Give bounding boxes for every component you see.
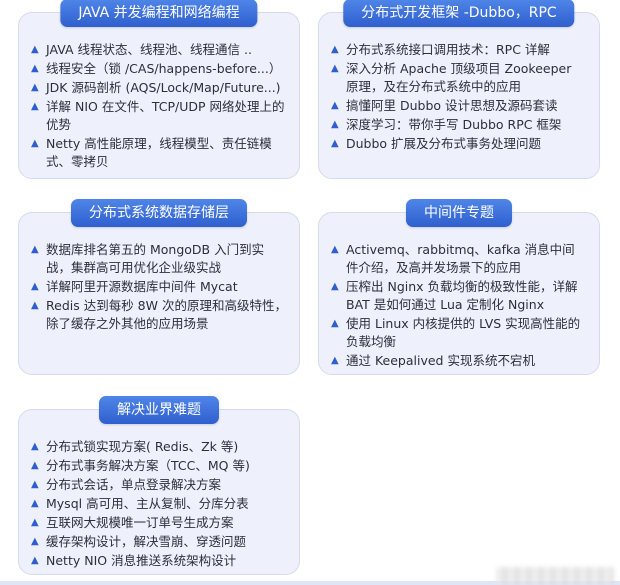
triangle-bullet-icon: ▲ bbox=[31, 244, 39, 255]
list-item-text: JAVA 线程状态、线程池、线程通信 .. bbox=[46, 42, 252, 57]
triangle-bullet-icon: ▲ bbox=[31, 517, 39, 528]
list-item-text: 分布式会话，单点登录解决方案 bbox=[46, 477, 222, 492]
list-item: ▲ Netty 高性能原理，线程模型、责任链模式、零拷贝 bbox=[31, 135, 287, 171]
card-dubbo-title: 分布式开发框架 -Dubbo，RPC bbox=[343, 0, 575, 27]
triangle-bullet-icon: ▲ bbox=[331, 44, 339, 55]
triangle-bullet-icon: ▲ bbox=[331, 355, 339, 366]
list-item: ▲ 分布式系统接口调用技术：RPC 详解 bbox=[331, 41, 587, 59]
list-item: ▲ JDK 源码剖析 (AQS/Lock/Map/Future...) bbox=[31, 79, 287, 97]
list-item: ▲ JAVA 线程状态、线程池、线程通信 .. bbox=[31, 41, 287, 59]
card-storage-list: ▲ 数据库排名第五的 MongoDB 入门到实战，集群高可用优化企业级实战 ▲ 详解阿… bbox=[31, 241, 287, 333]
triangle-bullet-icon: ▲ bbox=[331, 318, 339, 329]
triangle-bullet-icon: ▲ bbox=[31, 101, 39, 112]
triangle-bullet-icon: ▲ bbox=[31, 536, 39, 547]
list-item: ▲ Netty NIO 消息推送系统架构设计 bbox=[31, 552, 287, 570]
list-item: ▲ Dubbo 扩展及分布式事务处理问题 bbox=[331, 135, 587, 153]
list-item-text: 分布式锁实现方案( Redis、Zk 等) bbox=[46, 439, 239, 454]
triangle-bullet-icon: ▲ bbox=[331, 119, 339, 130]
card-solutions-title: 解决业界难题 bbox=[99, 396, 219, 424]
card-java-list: ▲ JAVA 线程状态、线程池、线程通信 .. ▲ 线程安全（锁 /CAS/happe… bbox=[31, 41, 287, 171]
list-item-text: 搞懂阿里 Dubbo 设计思想及源码套读 bbox=[346, 98, 558, 113]
triangle-bullet-icon: ▲ bbox=[31, 555, 39, 566]
list-item: ▲ 线程安全（锁 /CAS/happens-before...） bbox=[31, 60, 287, 78]
list-item-text: Netty 高性能原理，线程模型、责任链模式、零拷贝 bbox=[46, 136, 272, 169]
triangle-bullet-icon: ▲ bbox=[331, 244, 339, 255]
triangle-bullet-icon: ▲ bbox=[31, 82, 39, 93]
card-storage-title: 分布式系统数据存储层 bbox=[71, 199, 247, 227]
triangle-bullet-icon: ▲ bbox=[31, 44, 39, 55]
card-storage: 分布式系统数据存储层 ▲ 数据库排名第五的 MongoDB 入门到实战，集群高可用… bbox=[18, 199, 300, 375]
card-solutions: 解决业界难题 ▲ 分布式锁实现方案( Redis、Zk 等) ▲ 分布式事务解决方案（… bbox=[18, 396, 300, 575]
card-middleware: 中间件专题 ▲ Activemq、rabbitmq、kafka 消息中间件介绍，及… bbox=[318, 199, 600, 375]
list-item-text: 深入分析 Apache 顶级项目 Zookeeper 原理，及在分布式系统中的应… bbox=[346, 61, 572, 94]
card-solutions-list: ▲ 分布式锁实现方案( Redis、Zk 等) ▲ 分布式事务解决方案（TCC、MQ … bbox=[31, 438, 287, 570]
list-item-text: Activemq、rabbitmq、kafka 消息中间件介绍，及高并发场景下的… bbox=[346, 242, 575, 275]
triangle-bullet-icon: ▲ bbox=[31, 281, 39, 292]
list-item: ▲ 详解 NIO 在文件、TCP/UDP 网络处理上的优势 bbox=[31, 98, 287, 134]
triangle-bullet-icon: ▲ bbox=[31, 479, 39, 490]
list-item-text: 数据库排名第五的 MongoDB 入门到实战，集群高可用优化企业级实战 bbox=[46, 242, 265, 275]
list-item-text: 通过 Keepalived 实现系统不宕机 bbox=[346, 353, 535, 368]
watermark bbox=[496, 567, 614, 585]
triangle-bullet-icon: ▲ bbox=[31, 460, 39, 471]
list-item: ▲ 分布式事务解决方案（TCC、MQ 等) bbox=[31, 457, 287, 475]
list-item: ▲ Activemq、rabbitmq、kafka 消息中间件介绍，及高并发场景下… bbox=[331, 241, 587, 277]
triangle-bullet-icon: ▲ bbox=[331, 100, 339, 111]
list-item-text: 互联网大规模唯一订单号生成方案 bbox=[46, 515, 234, 530]
list-item: ▲ 深度学习：带你手写 Dubbo RPC 框架 bbox=[331, 116, 587, 134]
list-item-text: 使用 Linux 内核提供的 LVS 实现高性能的负载均衡 bbox=[346, 316, 581, 349]
list-item-text: 详解 NIO 在文件、TCP/UDP 网络处理上的优势 bbox=[46, 99, 285, 132]
list-item-text: 分布式系统接口调用技术：RPC 详解 bbox=[346, 42, 550, 57]
list-item: ▲ 分布式会话，单点登录解决方案 bbox=[31, 476, 287, 494]
card-dubbo-list: ▲ 分布式系统接口调用技术：RPC 详解 ▲ 深入分析 Apache 顶级项目 Zoo… bbox=[331, 41, 587, 153]
list-item: ▲ 通过 Keepalived 实现系统不宕机 bbox=[331, 352, 587, 370]
list-item: ▲ 深入分析 Apache 顶级项目 Zookeeper 原理，及在分布式系统中的… bbox=[331, 60, 587, 96]
triangle-bullet-icon: ▲ bbox=[31, 63, 39, 74]
list-item-text: Dubbo 扩展及分布式事务处理问题 bbox=[346, 136, 542, 151]
triangle-bullet-icon: ▲ bbox=[31, 138, 39, 149]
triangle-bullet-icon: ▲ bbox=[331, 63, 339, 74]
list-item: ▲ 数据库排名第五的 MongoDB 入门到实战，集群高可用优化企业级实战 bbox=[31, 241, 287, 277]
card-middleware-list: ▲ Activemq、rabbitmq、kafka 消息中间件介绍，及高并发场景下… bbox=[331, 241, 587, 370]
card-java: JAVA 并发编程和网络编程 ▲ JAVA 线程状态、线程池、线程通信 .. ▲ 线程… bbox=[18, 0, 300, 179]
list-item-text: Redis 达到每秒 8W 次的原理和高级特性，除了缓存之外其他的应用场景 bbox=[46, 298, 287, 331]
list-item-text: Mysql 高可用、主从复制、分库分表 bbox=[46, 496, 249, 511]
list-item-text: 分布式事务解决方案（TCC、MQ 等) bbox=[46, 458, 250, 473]
card-dubbo: 分布式开发框架 -Dubbo，RPC ▲ 分布式系统接口调用技术：RPC 详解 ▲ 深… bbox=[318, 0, 600, 179]
list-item-text: JDK 源码剖析 (AQS/Lock/Map/Future...) bbox=[46, 80, 281, 95]
triangle-bullet-icon: ▲ bbox=[31, 441, 39, 452]
list-item-text: Netty NIO 消息推送系统架构设计 bbox=[46, 553, 237, 568]
list-item: ▲ 使用 Linux 内核提供的 LVS 实现高性能的负载均衡 bbox=[331, 315, 587, 351]
list-item: ▲ 缓存架构设计，解决雪崩、穿透问题 bbox=[31, 533, 287, 551]
card-java-title: JAVA 并发编程和网络编程 bbox=[60, 0, 258, 27]
list-item-text: 线程安全（锁 /CAS/happens-before...） bbox=[46, 61, 282, 76]
list-item-text: 详解阿里开源数据库中间件 Mycat bbox=[46, 279, 238, 294]
list-item-text: 深度学习：带你手写 Dubbo RPC 框架 bbox=[346, 117, 562, 132]
triangle-bullet-icon: ▲ bbox=[331, 138, 339, 149]
list-item: ▲ 压榨出 Nginx 负载均衡的极致性能，详解BAT 是如何通过 Lua 定制化… bbox=[331, 278, 587, 314]
list-item-text: 压榨出 Nginx 负载均衡的极致性能，详解BAT 是如何通过 Lua 定制化 … bbox=[346, 279, 578, 312]
triangle-bullet-icon: ▲ bbox=[31, 300, 39, 311]
list-item: ▲ 互联网大规模唯一订单号生成方案 bbox=[31, 514, 287, 532]
card-middleware-title: 中间件专题 bbox=[406, 199, 512, 227]
triangle-bullet-icon: ▲ bbox=[31, 498, 39, 509]
list-item: ▲ 分布式锁实现方案( Redis、Zk 等) bbox=[31, 438, 287, 456]
list-item: ▲ Redis 达到每秒 8W 次的原理和高级特性，除了缓存之外其他的应用场景 bbox=[31, 297, 287, 333]
list-item: ▲ Mysql 高可用、主从复制、分库分表 bbox=[31, 495, 287, 513]
triangle-bullet-icon: ▲ bbox=[331, 281, 339, 292]
list-item: ▲ 搞懂阿里 Dubbo 设计思想及源码套读 bbox=[331, 97, 587, 115]
list-item-text: 缓存架构设计，解决雪崩、穿透问题 bbox=[46, 534, 247, 549]
list-item: ▲ 详解阿里开源数据库中间件 Mycat bbox=[31, 278, 287, 296]
